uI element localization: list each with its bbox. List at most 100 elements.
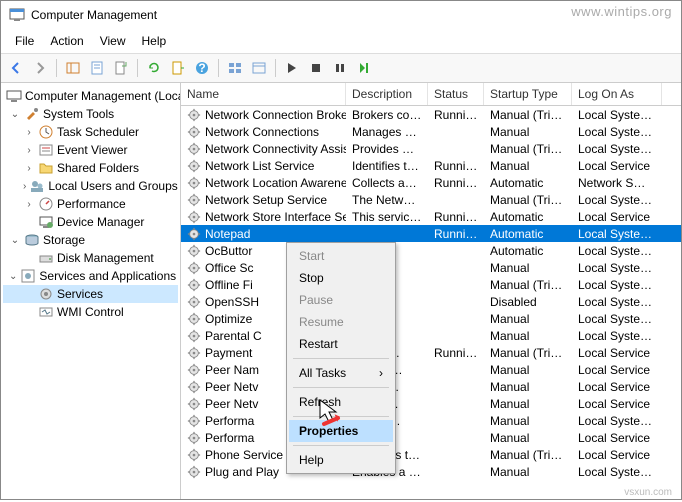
col-status[interactable]: Status <box>428 83 484 105</box>
service-name: OpenSSH <box>205 295 259 309</box>
ctx-restart[interactable]: Restart <box>289 333 393 355</box>
cell-status: Running <box>428 210 484 224</box>
menu-file[interactable]: File <box>7 31 42 51</box>
cell-startup: Manual (Trig… <box>484 448 572 462</box>
tree-shared-folders[interactable]: › Shared Folders <box>3 159 178 177</box>
tree-performance[interactable]: › Performance <box>3 195 178 213</box>
service-name: Network List Service <box>205 159 314 173</box>
ctx-refresh[interactable]: Refresh <box>289 391 393 413</box>
ctx-separator <box>293 445 389 446</box>
table-row[interactable]: NotepadRunningAutomaticLocal Syste… <box>181 225 681 242</box>
view-button[interactable] <box>224 57 246 79</box>
tree-device-manager[interactable]: Device Manager <box>3 213 178 231</box>
tree-task-scheduler[interactable]: › Task Scheduler <box>3 123 178 141</box>
table-row[interactable]: OpenSSHto ho…DisabledLocal Syste… <box>181 293 681 310</box>
table-row[interactable]: Network Setup ServiceThe Networ…Manual (… <box>181 191 681 208</box>
ctx-stop[interactable]: Stop <box>289 267 393 289</box>
restart-service-button[interactable] <box>353 57 375 79</box>
ctx-start[interactable]: Start <box>289 245 393 267</box>
expand-icon[interactable]: › <box>23 145 35 156</box>
stop-service-button[interactable] <box>305 57 327 79</box>
show-hide-button[interactable] <box>62 57 84 79</box>
tree-root[interactable]: Computer Management (Local <box>3 87 178 105</box>
table-row[interactable]: PerformaManualLocal Service <box>181 429 681 446</box>
pause-service-button[interactable] <box>329 57 351 79</box>
export-button[interactable] <box>110 57 132 79</box>
ctx-pause[interactable]: Pause <box>289 289 393 311</box>
forward-button[interactable] <box>29 57 51 79</box>
list-pane[interactable]: Name Description Status Startup Type Log… <box>181 83 681 499</box>
table-row[interactable]: Peer Names serv…ManualLocal Service <box>181 361 681 378</box>
tree-label: Storage <box>43 233 85 247</box>
table-row[interactable]: Network List ServiceIdentifies th…Runnin… <box>181 157 681 174</box>
table-row[interactable]: Network Connectivity Assis…Provides Dir…… <box>181 140 681 157</box>
tree-storage[interactable]: ⌄ Storage <box>3 231 178 249</box>
tree-local-users[interactable]: › Local Users and Groups <box>3 177 178 195</box>
help-toolbar-button[interactable]: ? <box>191 57 213 79</box>
menu-help[interactable]: Help <box>134 31 175 51</box>
table-row[interactable]: Optimizethe c…ManualLocal Syste… <box>181 310 681 327</box>
menu-view[interactable]: View <box>92 31 134 51</box>
expand-icon[interactable]: ⌄ <box>9 271 17 282</box>
table-row[interactable]: Network Connection BrokerBrokers con…Run… <box>181 106 681 123</box>
col-startup[interactable]: Startup Type <box>484 83 572 105</box>
gear-icon <box>187 431 201 445</box>
table-row[interactable]: Network Location AwarenessCollects an…Ru… <box>181 174 681 191</box>
cell-status: Running <box>428 346 484 360</box>
tree-wmi[interactable]: WMI Control <box>3 303 178 321</box>
gear-icon <box>187 312 201 326</box>
table-row[interactable]: Network Store Interface Ser…This service… <box>181 208 681 225</box>
expand-icon[interactable]: ⌄ <box>9 109 21 120</box>
table-row[interactable]: Plug and PlayEnables a c…ManualLocal Sys… <box>181 463 681 480</box>
tree-event-viewer[interactable]: › Event Viewer <box>3 141 178 159</box>
cell-name: Network Location Awareness <box>181 176 346 190</box>
menu-action[interactable]: Action <box>42 31 91 51</box>
table-row[interactable]: Phone ServiceManages th…Manual (Trig…Loc… <box>181 446 681 463</box>
table-row[interactable]: Offline Fiffline …Manual (Trig…Local Sys… <box>181 276 681 293</box>
service-name: Phone Service <box>205 448 283 462</box>
col-logon[interactable]: Log On As <box>572 83 662 105</box>
ctx-separator <box>293 387 389 388</box>
table-row[interactable]: Peer Netvles ide…ManualLocal Service <box>181 395 681 412</box>
ctx-all-tasks[interactable]: All Tasks› <box>289 362 393 384</box>
ctx-help[interactable]: Help <box>289 449 393 471</box>
tree-services-apps[interactable]: ⌄ Services and Applications <box>3 267 178 285</box>
cell-startup: Manual (Trig… <box>484 346 572 360</box>
gear-icon <box>187 176 201 190</box>
tree-system-tools[interactable]: ⌄ System Tools <box>3 105 178 123</box>
table-row[interactable]: Performaes rem…ManualLocal Syste… <box>181 412 681 429</box>
expand-icon[interactable]: › <box>23 127 35 138</box>
tree-pane[interactable]: Computer Management (Local ⌄ System Tool… <box>1 83 181 499</box>
users-icon <box>29 178 45 194</box>
cell-startup: Manual <box>484 397 572 411</box>
tree-disk-management[interactable]: Disk Management <box>3 249 178 267</box>
back-button[interactable] <box>5 57 27 79</box>
table-row[interactable]: OcButtorAutomaticLocal Syste… <box>181 242 681 259</box>
cell-name: Network List Service <box>181 159 346 173</box>
table-row[interactable]: Parental Ces pa…ManualLocal Syste… <box>181 327 681 344</box>
expand-icon[interactable]: › <box>23 163 35 174</box>
table-row[interactable]: Paymentges pa…RunningManual (Trig…Local … <box>181 344 681 361</box>
gear-icon <box>187 210 201 224</box>
cell-logon: Local Service <box>572 431 662 445</box>
expand-icon[interactable]: › <box>23 181 26 192</box>
cell-startup: Disabled <box>484 295 572 309</box>
refresh-button[interactable] <box>143 57 165 79</box>
table-row[interactable]: Network ConnectionsManages o…ManualLocal… <box>181 123 681 140</box>
col-description[interactable]: Description <box>346 83 428 105</box>
cell-logon: Local Service <box>572 363 662 377</box>
start-service-button[interactable] <box>281 57 303 79</box>
service-name: Parental C <box>205 329 262 343</box>
cell-logon: Local Syste… <box>572 227 662 241</box>
table-row[interactable]: Peer Netves mul…ManualLocal Service <box>181 378 681 395</box>
export-list-button[interactable] <box>167 57 189 79</box>
filter-button[interactable] <box>248 57 270 79</box>
tree-services[interactable]: Services <box>3 285 178 303</box>
expand-icon[interactable]: › <box>23 199 35 210</box>
expand-icon[interactable]: ⌄ <box>9 235 21 246</box>
properties-button[interactable] <box>86 57 108 79</box>
ctx-properties[interactable]: Properties <box>289 420 393 442</box>
ctx-resume[interactable]: Resume <box>289 311 393 333</box>
col-name[interactable]: Name <box>181 83 346 105</box>
table-row[interactable]: Office Scinstall…ManualLocal Syste… <box>181 259 681 276</box>
